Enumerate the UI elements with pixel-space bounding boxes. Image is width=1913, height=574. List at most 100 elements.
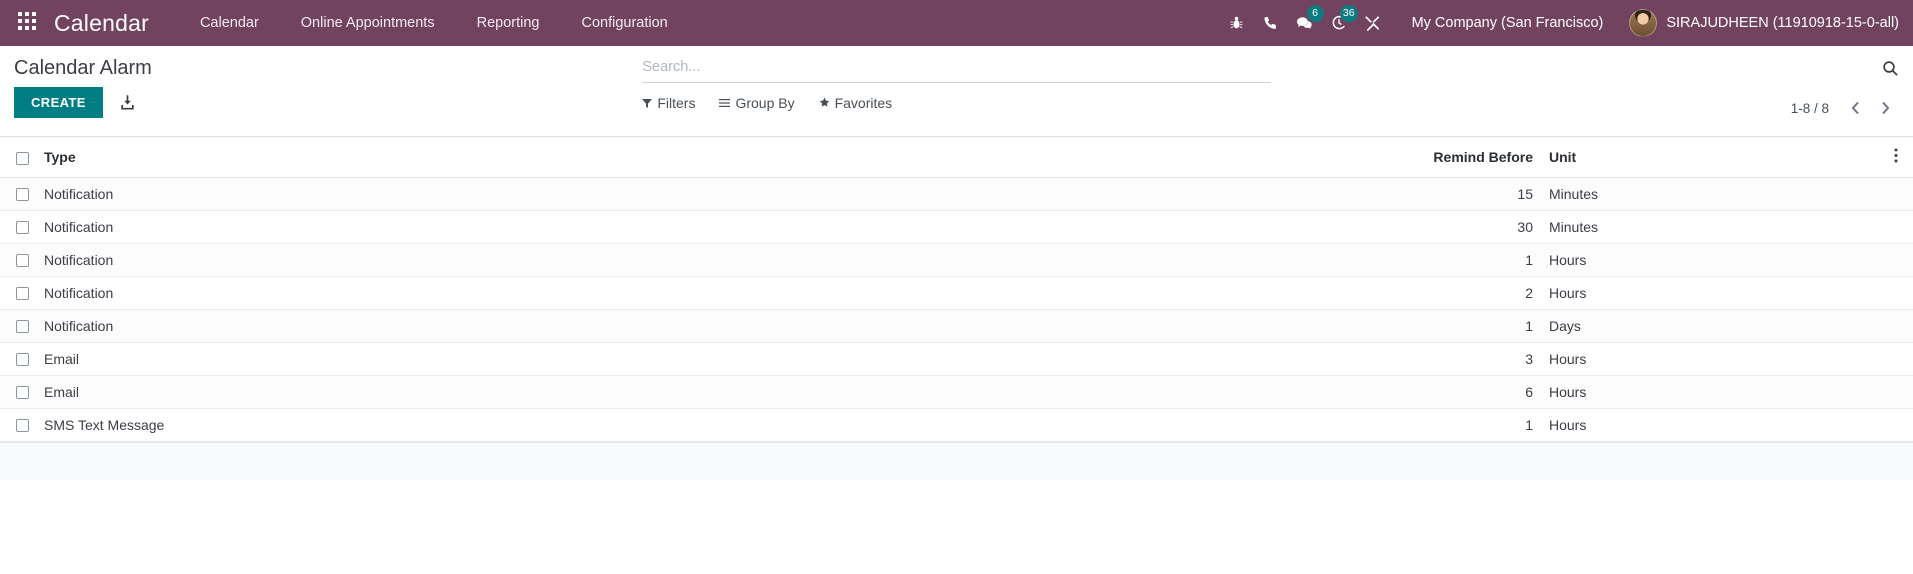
cell-type: Notification <box>44 218 114 235</box>
cell-unit: Minutes <box>1549 185 1599 202</box>
main-menu: Calendar Online Appointments Reporting C… <box>179 0 689 46</box>
column-header-unit[interactable]: Unit <box>1539 137 1879 178</box>
filter-buttons: Filters Group By Favorites <box>642 83 892 111</box>
row-checkbox-cell <box>0 243 44 276</box>
row-checkbox[interactable] <box>15 320 29 334</box>
navbar-right-section: 6 36 My Company (San Francisco) SIRAJUDH… <box>1220 0 1899 46</box>
row-checkbox[interactable] <box>15 419 29 433</box>
cell-type: Email <box>44 350 80 367</box>
row-checkbox-cell <box>0 375 44 408</box>
table-body: Notification 15 Minutes Notification 30 … <box>0 177 1913 441</box>
row-checkbox-cell <box>0 309 44 342</box>
cell-remind-before: 1 <box>1525 251 1533 268</box>
star-icon <box>819 95 830 111</box>
cell-remind-before: 1 <box>1525 317 1533 334</box>
cell-unit: Hours <box>1549 416 1587 433</box>
cell-spacer <box>1879 210 1913 243</box>
group-by-label: Group By <box>735 95 795 111</box>
table-row[interactable]: Notification 1 Days <box>0 309 1913 342</box>
pager-previous-button[interactable] <box>1843 96 1869 120</box>
row-checkbox-cell <box>0 210 44 243</box>
cell-unit: Hours <box>1549 251 1587 268</box>
filters-button[interactable]: Filters <box>642 95 695 111</box>
cell-remind-before: 2 <box>1525 284 1533 301</box>
cell-spacer <box>1879 342 1913 375</box>
search-input[interactable] <box>642 59 1271 75</box>
search-icon[interactable] <box>1882 54 1899 82</box>
row-checkbox[interactable] <box>15 287 29 301</box>
messages-icon[interactable]: 6 <box>1288 0 1324 46</box>
import-download-icon[interactable] <box>119 94 136 111</box>
cell-type: SMS Text Message <box>44 416 165 433</box>
select-all-cell <box>0 137 44 178</box>
cell-remind-before: 15 <box>1517 185 1533 202</box>
funnel-icon <box>642 95 653 111</box>
cell-remind-before: 30 <box>1517 218 1533 235</box>
cell-type: Notification <box>44 185 114 202</box>
column-header-remind-before[interactable]: Remind Before <box>1379 137 1539 178</box>
row-checkbox[interactable] <box>15 386 29 400</box>
records-table: Type Remind Before Unit Notification 15 … <box>0 137 1913 442</box>
cell-spacer <box>1879 243 1913 276</box>
table-row[interactable]: Notification 30 Minutes <box>0 210 1913 243</box>
menu-item-online-appointments[interactable]: Online Appointments <box>280 0 456 46</box>
cell-spacer <box>1879 276 1913 309</box>
select-all-checkbox[interactable] <box>15 151 29 165</box>
action-buttons: CREATE <box>14 87 642 118</box>
cell-spacer <box>1879 408 1913 441</box>
cell-remind-before: 6 <box>1525 383 1533 400</box>
table-row[interactable]: SMS Text Message 1 Hours <box>0 408 1913 441</box>
row-checkbox[interactable] <box>15 254 29 268</box>
control-panel-left: Calendar Alarm CREATE <box>14 46 642 118</box>
user-menu[interactable]: SIRAJUDHEEN (11910918-15-0-all) <box>1617 9 1899 37</box>
group-by-button[interactable]: Group By <box>719 95 795 111</box>
pager-count: 1-8 / 8 <box>1790 100 1829 116</box>
cell-unit: Hours <box>1549 383 1587 400</box>
row-checkbox[interactable] <box>15 188 29 202</box>
activities-clock-icon[interactable]: 36 <box>1322 0 1358 46</box>
cell-type: Notification <box>44 317 114 334</box>
cell-type: Email <box>44 383 80 400</box>
vertical-dots-icon[interactable] <box>1894 148 1898 163</box>
search-box[interactable] <box>642 54 1271 83</box>
cell-unit: Minutes <box>1549 218 1599 235</box>
table-row[interactable]: Notification 2 Hours <box>0 276 1913 309</box>
phone-icon[interactable] <box>1254 0 1288 46</box>
row-checkbox[interactable] <box>15 353 29 367</box>
table-row[interactable]: Email 3 Hours <box>0 342 1913 375</box>
table-row[interactable]: Notification 15 Minutes <box>0 177 1913 210</box>
table-header: Type Remind Before Unit <box>0 137 1913 178</box>
row-checkbox-cell <box>0 408 44 441</box>
create-button[interactable]: CREATE <box>14 87 103 118</box>
search-area: Filters Group By Favorites <box>642 46 1271 111</box>
app-brand-title[interactable]: Calendar <box>54 10 149 37</box>
row-checkbox[interactable] <box>15 221 29 235</box>
cell-spacer <box>1879 309 1913 342</box>
table-row[interactable]: Email 6 Hours <box>0 375 1913 408</box>
pager: 1-8 / 8 <box>1791 82 1899 120</box>
cell-unit: Days <box>1549 317 1581 334</box>
list-lines-icon <box>719 95 731 111</box>
menu-item-reporting[interactable]: Reporting <box>456 0 561 46</box>
filters-label: Filters <box>657 95 696 111</box>
menu-item-configuration[interactable]: Configuration <box>560 0 688 46</box>
table-row[interactable]: Notification 1 Hours <box>0 243 1913 276</box>
pager-next-button[interactable] <box>1873 96 1899 120</box>
company-selector[interactable]: My Company (San Francisco) <box>1390 15 1618 31</box>
favorites-button[interactable]: Favorites <box>819 95 893 111</box>
control-panel-right: 1-8 / 8 <box>1271 46 1899 136</box>
favorites-label: Favorites <box>834 95 893 111</box>
cell-spacer <box>1879 177 1913 210</box>
column-header-type[interactable]: Type <box>44 137 1379 178</box>
tools-icon[interactable] <box>1356 0 1390 46</box>
list-view: Type Remind Before Unit Notification 15 … <box>0 137 1913 480</box>
row-checkbox-cell <box>0 342 44 375</box>
top-navbar: Calendar Calendar Online Appointments Re… <box>0 0 1913 46</box>
row-checkbox-cell <box>0 276 44 309</box>
control-panel: Calendar Alarm CREATE Search... Filters … <box>0 46 1913 137</box>
avatar <box>1629 9 1658 37</box>
menu-item-calendar[interactable]: Calendar <box>179 0 280 46</box>
bug-icon[interactable] <box>1220 0 1254 46</box>
cell-remind-before: 3 <box>1525 350 1533 367</box>
apps-grid-icon[interactable] <box>18 12 40 34</box>
